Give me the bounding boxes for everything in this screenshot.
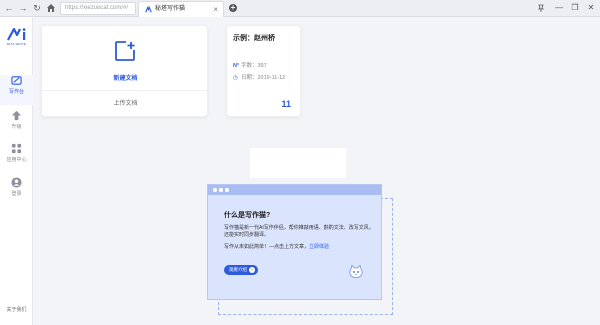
- minimize-icon[interactable]: —: [553, 2, 565, 14]
- mita-logo-icon: [7, 28, 26, 41]
- restore-icon[interactable]: ❐: [569, 2, 581, 14]
- about-us-link[interactable]: 关于我们: [0, 306, 33, 313]
- dialog-title: 什么是写作猫?: [224, 212, 271, 219]
- browser-toolbar: ← → ↻ https://xiezuocat.com/#/ 秘塔写作猫 × +…: [0, 0, 600, 17]
- site-logo-icon: [145, 6, 152, 13]
- intro-dialog: 什么是写作猫? 写作猫是新一代AI写作伴侣，帮你推敲用语、斟酌文法、改写文风， …: [207, 184, 382, 300]
- close-window-icon[interactable]: ✕: [585, 2, 597, 14]
- sidebar-item-desk[interactable]: 写作台: [0, 75, 33, 105]
- document-title: 示例：赵州桥: [233, 35, 275, 42]
- tab-xiezuocat[interactable]: 秘塔写作猫 ×: [138, 1, 224, 17]
- dialog-line-2: 还能实时同步翻译。: [224, 232, 270, 238]
- watch-intro-label: 观看介绍: [229, 267, 247, 272]
- sidebar-item-apps[interactable]: 应用中心: [0, 143, 33, 173]
- sidebar-item-label: 登录: [11, 191, 22, 197]
- forward-arrow-icon[interactable]: →: [17, 2, 29, 14]
- sidebar: MITA WRITE 写作台 升级 应用中心 登录 关于我们: [0, 17, 33, 325]
- cat-mascot-icon: [349, 265, 363, 278]
- upload-document-button[interactable]: 上传文档: [42, 98, 209, 107]
- window-dot: [213, 188, 217, 192]
- close-tab-icon[interactable]: ×: [213, 2, 218, 17]
- document-date: 日期：2019-11-12: [241, 75, 286, 81]
- sidebar-item-label: 应用中心: [6, 157, 27, 163]
- play-arrow-icon: ›: [249, 267, 255, 273]
- document-count: 11: [281, 99, 291, 109]
- word-count-icon: N°: [233, 63, 240, 69]
- dialog-header: [208, 185, 381, 195]
- upgrade-arrow-icon: [11, 110, 22, 121]
- example-document-card[interactable]: 示例：赵州桥 N° 字数：397 ◷ 日期：2019-11-12 11: [226, 25, 301, 117]
- sidebar-item-upgrade[interactable]: 升级: [0, 110, 33, 140]
- dialog-line-3-text: 写作从未如此简单！—点击上方文章，: [224, 244, 310, 250]
- back-arrow-icon[interactable]: ←: [3, 2, 15, 14]
- apps-grid-icon: [11, 143, 22, 154]
- tab-title: 秘塔写作猫: [155, 6, 186, 12]
- sidebar-item-label: 升级: [11, 124, 22, 130]
- clock-icon: ◷: [233, 75, 238, 81]
- try-now-link[interactable]: 立即体验: [309, 244, 329, 250]
- logo-text: MITA WRITE: [6, 42, 27, 46]
- new-document-card[interactable]: 新建文档 上传文档: [41, 25, 209, 117]
- new-tab-icon[interactable]: +: [229, 4, 237, 12]
- new-document-label: 新建文档: [113, 76, 138, 82]
- home-icon[interactable]: [45, 2, 57, 14]
- word-count-row: N° 字数：397: [233, 61, 267, 69]
- blank-panel: [250, 148, 346, 178]
- sidebar-item-login[interactable]: 登录: [0, 177, 33, 207]
- word-count: 字数：397: [241, 63, 267, 69]
- desk-icon: [11, 76, 22, 85]
- sidebar-item-label: 写作台: [8, 89, 24, 95]
- window-dot: [225, 188, 229, 192]
- user-icon: [11, 177, 22, 188]
- new-document-icon: [115, 41, 135, 61]
- watch-intro-button[interactable]: 观看介绍 ›: [224, 265, 258, 275]
- dialog-line-3: 写作从未如此简单！—点击上方文章，立即体验: [224, 244, 329, 251]
- date-row: ◷ 日期：2019-11-12: [233, 73, 285, 81]
- url-bar[interactable]: https://xiezuocat.com/#/: [60, 2, 136, 15]
- reload-icon[interactable]: ↻: [31, 2, 43, 14]
- dialog-line-1: 写作猫是新一代AI写作伴侣，帮你推敲用语、斟酌文法、改写文风，: [224, 225, 374, 231]
- divider: [42, 90, 209, 91]
- pin-icon[interactable]: [535, 2, 547, 14]
- window-dot: [219, 188, 223, 192]
